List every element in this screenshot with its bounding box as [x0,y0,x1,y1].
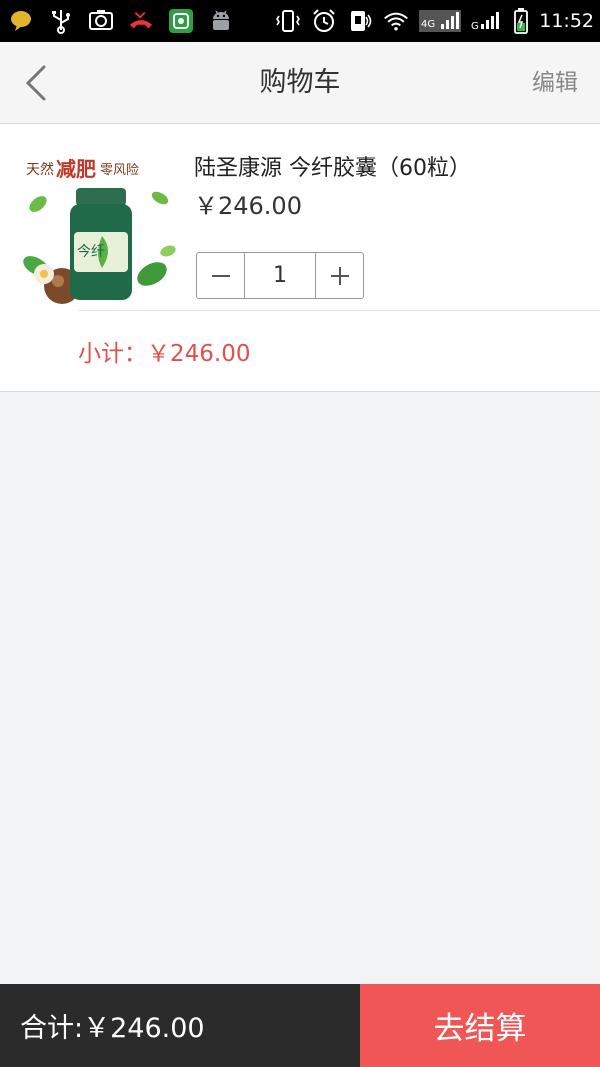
subtotal-value: ￥246.00 [147,341,251,367]
app-store-icon [168,8,194,34]
image-headline-3: 零风险 [100,163,139,178]
increase-quantity-button[interactable] [316,253,363,298]
nav-bar: 购物车 编辑 [0,42,600,124]
chat-bubble-icon [8,8,34,34]
plus-icon [330,266,349,285]
wifi-icon [383,8,409,34]
status-bar: 4G G 11:52 [0,0,600,42]
page-title: 购物车 [259,67,341,98]
product-name[interactable]: 陆圣康源 今纤胶囊（60粒） [194,150,471,182]
total-value: ￥246.00 [83,1013,205,1044]
missed-call-icon [128,8,154,34]
image-headline-2: 减肥 [56,157,96,181]
status-time: 11:52 [539,10,594,32]
network-label-4g: 4G [421,19,435,30]
battery-icon [513,8,529,34]
quantity-stepper: 1 [196,252,364,299]
checkout-button[interactable]: 去结算 [360,984,600,1067]
cart-item: 今纤 天然 减肥 零风险 陆圣康源 今纤胶囊（60粒） ￥246.00 1 小计… [0,124,600,392]
total-area: 合计: ￥246.00 [0,984,360,1067]
quantity-value[interactable]: 1 [244,253,316,298]
screenshot-icon [88,8,114,34]
nfc-icon [347,8,373,34]
alarm-icon [311,8,337,34]
checkout-bar: 合计: ￥246.00 去结算 [0,984,600,1067]
divider [78,310,600,311]
product-price: ￥246.00 [194,192,302,220]
android-icon [208,8,234,34]
edit-button[interactable]: 编辑 [532,42,578,124]
signal-icon: G [471,8,503,34]
subtotal: 小计： ￥246.00 [78,334,250,368]
subtotal-label: 小计： [78,341,147,367]
bottle-label: 今纤 [77,244,105,260]
status-left-icons [8,6,234,36]
status-right-icons: 4G G 11:52 [275,6,594,36]
usb-icon [48,8,74,34]
image-headline-1: 天然 [26,161,54,178]
product-image[interactable]: 今纤 天然 减肥 零风险 [18,146,180,308]
vibrate-icon [275,8,301,34]
network-label-g: G [471,21,479,32]
decrease-quantity-button[interactable] [197,253,244,298]
minus-icon [211,274,230,277]
signal-icon: 4G [419,8,462,34]
total-label: 合计: [20,1013,84,1044]
